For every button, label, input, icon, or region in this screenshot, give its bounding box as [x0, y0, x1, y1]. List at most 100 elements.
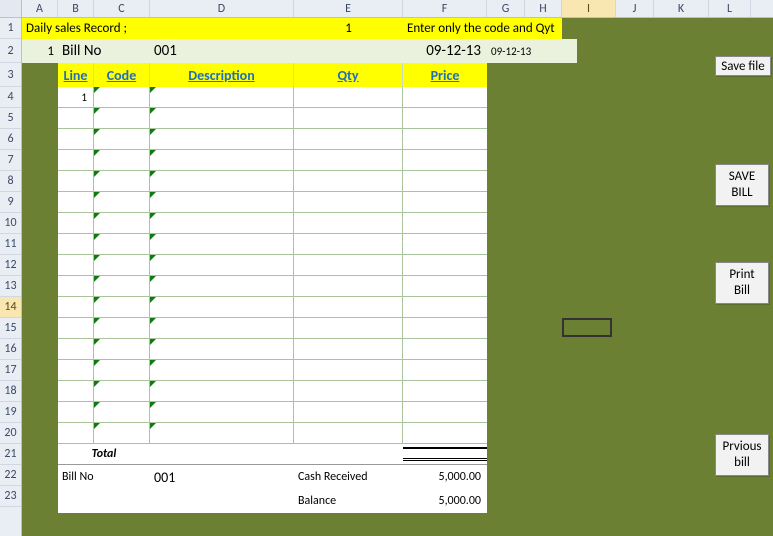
cell[interactable] [403, 234, 487, 254]
row-header-2[interactable]: 2 [0, 39, 21, 63]
cell[interactable] [150, 87, 294, 107]
row-header-17[interactable]: 17 [0, 360, 21, 381]
cell[interactable] [150, 297, 294, 317]
cell[interactable] [58, 255, 94, 275]
cell[interactable] [94, 402, 150, 422]
cell[interactable] [94, 234, 150, 254]
cell[interactable] [403, 339, 487, 359]
cell[interactable] [58, 339, 94, 359]
row-header-6[interactable]: 6 [0, 129, 21, 150]
cell[interactable] [150, 255, 294, 275]
cell[interactable] [58, 192, 94, 212]
cell[interactable] [94, 381, 150, 401]
table-row[interactable] [58, 360, 487, 381]
print-bill-button[interactable]: Print Bill [715, 262, 769, 304]
col-header-E[interactable]: E [294, 0, 403, 17]
cell[interactable] [403, 423, 487, 443]
col-header-F[interactable]: F [403, 0, 487, 17]
col-header-K[interactable]: K [654, 0, 709, 17]
row-header-7[interactable]: 7 [0, 150, 21, 171]
row-header-9[interactable]: 9 [0, 192, 21, 213]
cell[interactable] [58, 171, 94, 191]
cell[interactable] [150, 318, 294, 338]
cell[interactable] [403, 402, 487, 422]
cell[interactable] [94, 255, 150, 275]
table-row[interactable] [58, 402, 487, 423]
row-header-3[interactable]: 3 [0, 63, 21, 87]
col-header-G[interactable]: G [487, 0, 525, 17]
cell[interactable] [94, 150, 150, 170]
cell[interactable] [94, 318, 150, 338]
cell[interactable] [294, 360, 403, 380]
cell[interactable] [150, 360, 294, 380]
col-header-A[interactable]: A [22, 0, 58, 17]
cash-received-value[interactable]: 5,000.00 [403, 470, 487, 484]
cell[interactable] [94, 297, 150, 317]
cell[interactable] [403, 87, 487, 107]
cell[interactable] [150, 423, 294, 443]
cell[interactable] [94, 171, 150, 191]
col-header-H[interactable]: H [525, 0, 562, 17]
cell[interactable] [403, 213, 487, 233]
cell[interactable] [58, 234, 94, 254]
row-header-5[interactable]: 5 [0, 108, 21, 129]
cell[interactable] [294, 87, 403, 107]
cell[interactable] [58, 423, 94, 443]
cell[interactable] [150, 150, 294, 170]
col-header-J[interactable]: J [616, 0, 654, 17]
row-header-21[interactable]: 21 [0, 444, 21, 465]
cell[interactable] [58, 318, 94, 338]
cell[interactable] [403, 255, 487, 275]
cell[interactable] [94, 213, 150, 233]
cell[interactable] [58, 213, 94, 233]
cell[interactable] [150, 234, 294, 254]
cell[interactable] [294, 381, 403, 401]
cell[interactable] [58, 150, 94, 170]
row-header-16[interactable]: 16 [0, 339, 21, 360]
cell[interactable] [150, 276, 294, 296]
save-bill-button[interactable]: SAVE BILL [715, 164, 769, 206]
save-file-button[interactable]: Save file [715, 56, 771, 76]
cell[interactable]: 1 [58, 87, 94, 107]
cell[interactable] [94, 339, 150, 359]
row-header-23[interactable]: 23 [0, 486, 21, 507]
cell[interactable] [94, 192, 150, 212]
cell[interactable] [150, 402, 294, 422]
cell[interactable] [58, 129, 94, 149]
cell[interactable] [294, 255, 403, 275]
row-header-20[interactable]: 20 [0, 423, 21, 444]
cell[interactable] [403, 192, 487, 212]
hdr-code[interactable]: Code [94, 63, 150, 87]
row-header-13[interactable]: 13 [0, 276, 21, 297]
cell[interactable] [403, 318, 487, 338]
row-header-22[interactable]: 22 [0, 465, 21, 486]
table-row[interactable] [58, 234, 487, 255]
cell[interactable] [58, 360, 94, 380]
cell[interactable] [294, 423, 403, 443]
cell[interactable] [294, 402, 403, 422]
cell[interactable] [403, 297, 487, 317]
table-row[interactable]: 1 [58, 87, 487, 108]
cell[interactable] [294, 318, 403, 338]
row-header-19[interactable]: 19 [0, 402, 21, 423]
hdr-desc[interactable]: Description [150, 63, 294, 87]
hdr-line[interactable]: Line [58, 63, 94, 87]
row-header-14[interactable]: 14 [0, 297, 21, 318]
col-header-D[interactable]: D [150, 0, 294, 17]
table-row[interactable] [58, 423, 487, 444]
table-row[interactable] [58, 129, 487, 150]
cell[interactable] [294, 150, 403, 170]
cell[interactable] [94, 360, 150, 380]
cell[interactable] [403, 171, 487, 191]
cells-area[interactable]: Daily sales Record ; 1 Enter only the co… [22, 18, 773, 536]
row-header-1[interactable]: 1 [0, 18, 21, 39]
table-row[interactable] [58, 192, 487, 213]
col-header-C[interactable]: C [94, 0, 150, 17]
cell[interactable] [94, 87, 150, 107]
cell[interactable] [150, 339, 294, 359]
table-row[interactable] [58, 171, 487, 192]
cell[interactable] [58, 381, 94, 401]
cell[interactable] [403, 360, 487, 380]
row-header-12[interactable]: 12 [0, 255, 21, 276]
billno-value[interactable]: 001 [150, 42, 294, 60]
